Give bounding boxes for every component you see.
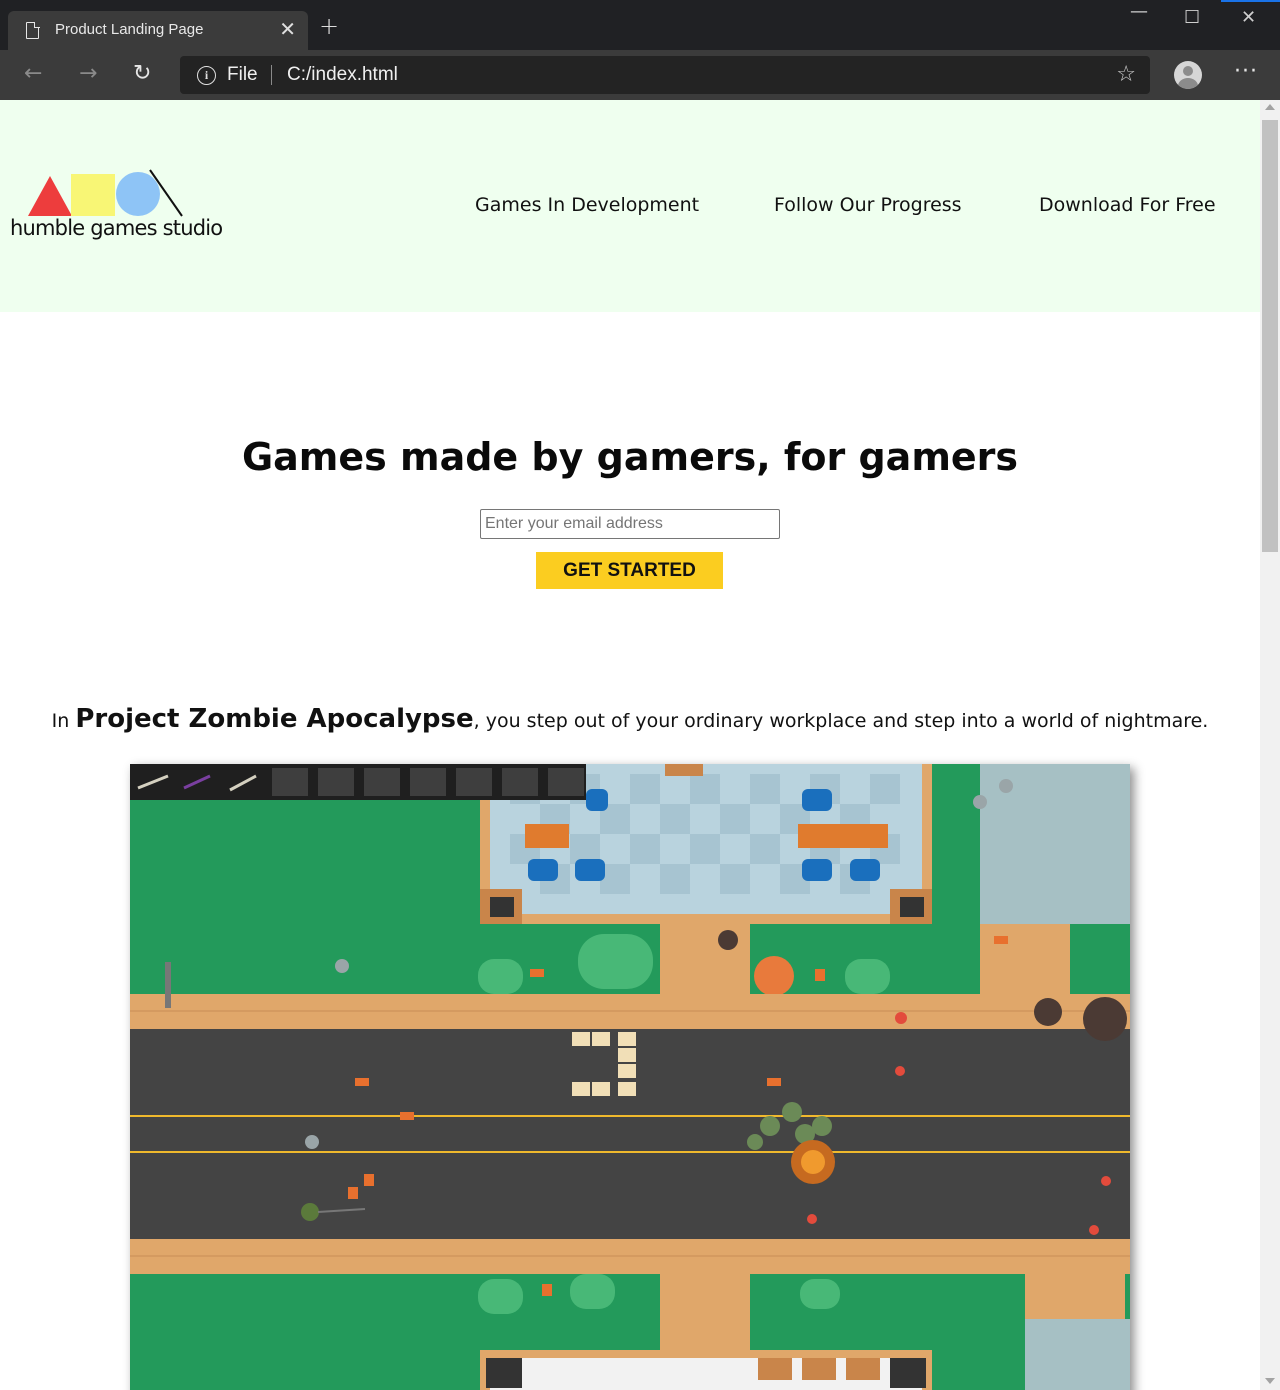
browser-titlebar: Product Landing Page ✕ + — ☐ ✕ xyxy=(0,0,1280,50)
scroll-down-arrow-icon[interactable] xyxy=(1265,1378,1275,1384)
tab-title: Product Landing Page xyxy=(55,21,204,38)
address-bar[interactable]: i File C:/index.html ☆ xyxy=(180,56,1150,94)
forward-arrow-icon[interactable]: → xyxy=(79,61,97,87)
more-menu-icon[interactable]: ··· xyxy=(1234,60,1258,84)
site-header: humble games studio Games In Development… xyxy=(0,100,1260,312)
address-separator xyxy=(271,65,272,85)
site-logo[interactable]: humble games studio xyxy=(10,168,223,248)
get-started-button[interactable]: GET STARTED xyxy=(536,552,723,589)
page-icon xyxy=(26,21,40,39)
browser-toolbar: ← → ↻ i File C:/index.html ☆ xyxy=(0,50,1280,100)
game-intro: In Project Zombie Apocalypse, you step o… xyxy=(0,704,1260,734)
intro-prefix: In xyxy=(51,710,76,732)
info-icon[interactable]: i xyxy=(197,66,216,85)
new-tab-icon[interactable]: + xyxy=(319,14,339,38)
tab-close-icon[interactable]: ✕ xyxy=(279,17,296,41)
profile-avatar-icon[interactable] xyxy=(1174,61,1202,89)
page-viewport: humble games studio Games In Development… xyxy=(0,100,1260,1390)
hero-title: Games made by gamers, for gamers xyxy=(241,435,1019,479)
scrollbar-thumb[interactable] xyxy=(1262,120,1278,552)
scroll-up-arrow-icon[interactable] xyxy=(1265,104,1275,110)
maximize-icon[interactable]: ☐ xyxy=(1184,8,1200,28)
address-url[interactable]: C:/index.html xyxy=(287,64,398,86)
nav-link-download-for-free[interactable]: Download For Free xyxy=(1039,194,1216,216)
game-screenshot xyxy=(130,764,1130,1390)
window-close-icon[interactable]: ✕ xyxy=(1241,8,1256,28)
window-accent xyxy=(1221,0,1280,2)
favorite-star-icon[interactable]: ☆ xyxy=(1116,63,1136,87)
nav-link-follow-our-progress[interactable]: Follow Our Progress xyxy=(774,194,962,216)
game-name: Project Zombie Apocalypse xyxy=(75,704,474,734)
nav-link-games-in-development[interactable]: Games In Development xyxy=(475,194,699,216)
intro-suffix: , you step out of your ordinary workplac… xyxy=(473,710,1209,732)
minimize-icon[interactable]: — xyxy=(1130,2,1148,22)
address-scheme: File xyxy=(227,64,258,85)
logo-shapes-icon xyxy=(28,169,183,217)
browser-tab[interactable]: Product Landing Page ✕ xyxy=(8,11,308,50)
game-scene-image xyxy=(130,764,1130,1390)
reload-icon[interactable]: ↻ xyxy=(133,61,151,87)
email-input[interactable] xyxy=(480,509,780,539)
logo-wordmark: humble games studio xyxy=(10,216,223,240)
back-arrow-icon[interactable]: ← xyxy=(24,61,42,87)
